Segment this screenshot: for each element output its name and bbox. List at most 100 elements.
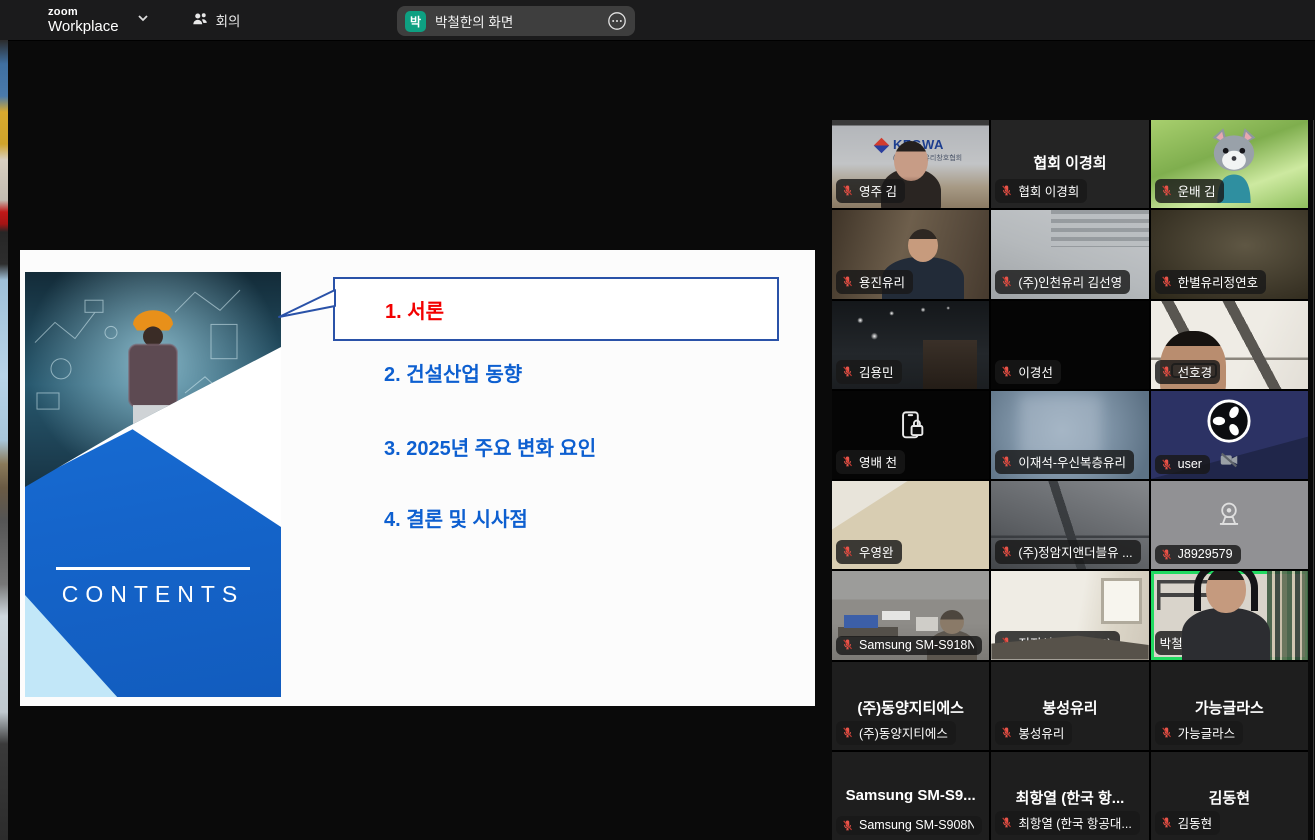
participant-tile[interactable]: (주)동양지티에스 (주)동양지티에스 (832, 662, 989, 750)
participant-label-text: 협회 이경희 (1018, 181, 1079, 200)
participant-tile[interactable]: 김동현김동현 (1151, 752, 1308, 840)
workspace-dropdown-button[interactable] (133, 10, 153, 30)
participant-display-name: Samsung SM-S9... (832, 787, 989, 804)
muted-mic-icon (841, 455, 854, 468)
participant-label-text: (주)동양지티에스 (859, 723, 948, 742)
participant-tile[interactable]: 우영완 (832, 481, 989, 569)
participant-tile[interactable]: Samsung SM-S918N (832, 571, 989, 659)
muted-mic-icon (1000, 636, 1013, 649)
kfgwa-logo-icon (874, 137, 890, 153)
participant-label-text: 영주 김 (859, 181, 897, 200)
participant-tile[interactable]: 가능글라스가능글라스 (1151, 662, 1308, 750)
participant-label-text: 가능글라스 (1178, 723, 1236, 742)
participant-label-text: 한별유리정연호 (1178, 272, 1259, 291)
participant-tile[interactable]: 영배 천 (832, 391, 989, 479)
participant-grid: KFGWA(사)한국판유리창호협회영주 김협회 이경희협회 이경희운배 김용진유… (832, 120, 1308, 840)
participant-label-text: (주)정암지앤더블유 ... (1018, 542, 1132, 561)
participant-tile[interactable]: 운배 김 (1151, 120, 1308, 208)
locked-phone-icon (894, 409, 928, 443)
participant-label: 선호경 (1155, 360, 1221, 384)
muted-mic-icon (1000, 365, 1013, 378)
sharer-avatar: 박 (405, 11, 426, 32)
participant-tile[interactable]: 김용민 (832, 301, 989, 389)
ellipsis-circle-icon (607, 11, 627, 31)
participant-display-name: 가능글라스 (1151, 697, 1308, 718)
participant-tile[interactable]: (주)인천유리 김선영 (991, 210, 1148, 298)
top-bar: zoom Workplace 회의 박 박철한의 화면 (0, 0, 1315, 41)
contents-title: CONTENTS (25, 581, 281, 608)
participant-label: 전진석의 iPad (2) (995, 631, 1119, 655)
participant-tile[interactable]: user (1151, 391, 1308, 479)
participant-label: 김동현 (1155, 811, 1221, 835)
share-more-button[interactable] (607, 11, 627, 31)
participant-tile[interactable]: KFGWA(사)한국판유리창호협회영주 김 (832, 120, 989, 208)
participant-label: 이재석-우신복층유리 (995, 450, 1134, 474)
participant-label: 협회 이경희 (995, 179, 1087, 203)
participant-tile[interactable]: 한별유리정연호 (1151, 210, 1308, 298)
participant-label-text: Samsung SM-S918N (859, 638, 974, 652)
muted-mic-icon (1160, 548, 1173, 561)
participant-tile[interactable]: (주)정암지앤더블유 ... (991, 481, 1148, 569)
shared-slide: CONTENTS 1. 서론 2. 건설산업 동향 3. 2025년 주요 변화… (20, 250, 815, 706)
participant-label-text: 선호경 (1178, 362, 1213, 381)
participant-tile[interactable]: 전진석의 iPad (2) (991, 571, 1148, 659)
muted-mic-icon (841, 545, 854, 558)
muted-mic-icon (841, 819, 854, 832)
slide-art-column: CONTENTS (25, 272, 281, 697)
participant-label: 운배 김 (1155, 179, 1224, 203)
toc-item-3: 3. 2025년 주요 변화 요인 (384, 432, 596, 461)
participant-label-text: user (1178, 457, 1202, 471)
logo-workplace-text: Workplace (48, 19, 119, 34)
muted-mic-icon (1000, 816, 1013, 829)
participant-label-text: 우영완 (859, 542, 894, 561)
participant-tile[interactable]: 이재석-우신복층유리 (991, 391, 1148, 479)
participant-label: 봉성유리 (995, 721, 1072, 745)
logo-zoom-text: zoom (48, 7, 119, 18)
participant-display-name: 협회 이경희 (991, 152, 1148, 173)
participant-label: (주)동양지티에스 (836, 721, 956, 745)
participant-display-name: (주)동양지티에스 (832, 697, 989, 718)
obs-logo (1206, 398, 1252, 444)
participant-label-text: 전진석의 iPad (2) (1018, 633, 1111, 652)
participant-tile[interactable]: 최항열 (한국 항...최항열 (한국 항공대... (991, 752, 1148, 840)
participant-label: 최항열 (한국 항공대... (995, 811, 1140, 835)
participant-tile[interactable]: J8929579 (1151, 481, 1308, 569)
tab-meeting[interactable]: 회의 (191, 10, 241, 31)
muted-mic-icon (1160, 816, 1173, 829)
toc-item-4: 4. 결론 및 시사점 (384, 503, 528, 532)
shared-screen-pill[interactable]: 박 박철한의 화면 (397, 6, 635, 36)
participant-label-text: (주)인천유리 김선영 (1018, 272, 1122, 291)
participant-tile[interactable]: Samsung SM-S9...Samsung SM-S908N (832, 752, 989, 840)
ptz-camera-icon (1212, 499, 1246, 533)
participant-label: Samsung SM-S918N (836, 636, 982, 655)
zoom-meeting-window: zoom Workplace 회의 박 박철한의 화면 (0, 0, 1315, 840)
muted-mic-icon (841, 275, 854, 288)
participant-tile[interactable]: 용진유리 (832, 210, 989, 298)
callout-tail (278, 288, 336, 324)
participant-label: 김용민 (836, 360, 902, 384)
participant-tile[interactable]: 선호경 (1151, 301, 1308, 389)
participant-label-text: 봉성유리 (1018, 723, 1064, 742)
participant-label-text: 김동현 (1178, 813, 1213, 832)
participant-display-name: 봉성유리 (991, 697, 1148, 718)
panel-edge-line (1313, 120, 1314, 840)
desktop-edge-strip (0, 40, 8, 840)
people-icon (191, 10, 209, 31)
participant-label-text: 용진유리 (859, 272, 905, 291)
participant-tile[interactable]: 협회 이경희협회 이경희 (991, 120, 1148, 208)
participant-label: 가능글라스 (1155, 721, 1244, 745)
toc-item-1: 1. 서론 (385, 295, 444, 324)
participant-label: 우영완 (836, 540, 902, 564)
participant-label: 한별유리정연호 (1155, 270, 1267, 294)
participant-label: 영주 김 (836, 179, 905, 203)
participant-display-name: 김동현 (1151, 787, 1308, 808)
participant-tile[interactable]: 이경선 (991, 301, 1148, 389)
toc-item-2: 2. 건설산업 동향 (384, 358, 522, 387)
person-silhouette (1182, 608, 1270, 660)
muted-mic-icon (841, 638, 854, 651)
participant-label-text: 이경선 (1018, 362, 1053, 381)
participant-tile[interactable]: 봉성유리봉성유리 (991, 662, 1148, 750)
participant-tile[interactable]: 박철한 (1151, 571, 1308, 659)
muted-mic-icon (1160, 726, 1173, 739)
muted-mic-icon (1000, 184, 1013, 197)
